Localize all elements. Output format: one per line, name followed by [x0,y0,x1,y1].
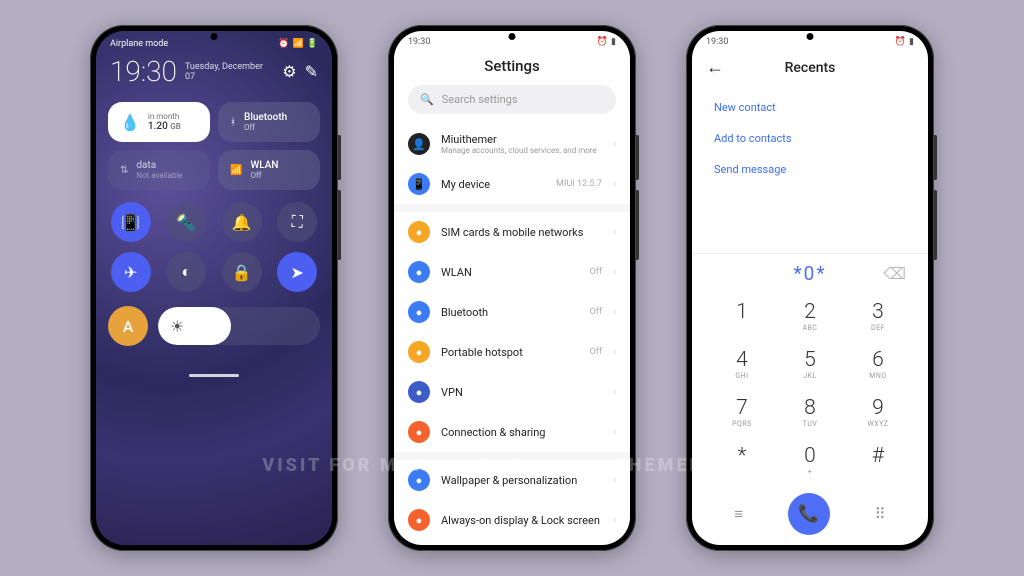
brightness-icon: ☀ [170,317,184,336]
chevron-right-icon: › [613,347,616,358]
brightness-slider[interactable]: ☀ [158,307,320,345]
chevron-right-icon: › [613,227,616,238]
item-icon: ● [408,469,430,491]
signal-icon: 📶 [293,39,304,49]
data-icon: ⇅ [120,165,128,176]
settings-item[interactable]: ●WLANOff› [394,252,630,292]
darkmode-toggle[interactable]: ◐ [166,252,206,292]
dialpad-key[interactable]: 2ABC [776,293,844,341]
backspace-button[interactable]: ⌫ [883,264,906,283]
data-period: in month [148,112,181,121]
new-contact-link[interactable]: New contact [714,92,906,123]
phone-settings: 19:30 ⏰▮ Settings 🔍 Search settings 👤 Mi… [388,25,636,551]
mydevice-item[interactable]: 📱 My device MIUI 12.5.7 › [394,164,630,204]
add-contacts-link[interactable]: Add to contacts [714,123,906,154]
settings-item[interactable]: ●Wallpaper & personalization› [394,460,630,500]
wifi-icon: 📶 [230,165,242,176]
search-input[interactable]: 🔍 Search settings [408,85,616,114]
dnd-toggle[interactable]: 🔔 [222,202,262,242]
clock: 19:30 [408,37,430,47]
account-icon: 👤 [408,133,430,155]
page-title: Recents [706,60,914,76]
page-title: Settings [394,47,630,83]
chevron-right-icon: › [613,515,616,526]
date: Tuesday, December 07 [185,62,274,82]
menu-button[interactable]: ≡ [734,505,743,523]
data-usage-tile[interactable]: 💧 in month 1.20 GB [108,102,210,142]
dialpad-key[interactable]: 8TUV [776,389,844,437]
settings-item[interactable]: ●SIM cards & mobile networks› [394,212,630,252]
wlan-tile[interactable]: 📶 WLANOff [218,150,320,190]
dialpad-key[interactable]: 5JKL [776,341,844,389]
dialpad-key[interactable]: # [844,437,912,485]
item-icon: ● [408,381,430,403]
screenshot-toggle[interactable]: ⛶ [277,202,317,242]
battery-icon: 🔋 [307,39,318,49]
search-icon: 🔍 [420,93,434,106]
dialed-number: *0* [793,262,826,285]
chevron-right-icon: › [613,475,616,486]
status-label: Airplane mode [110,39,168,49]
chevron-right-icon: › [613,427,616,438]
flashlight-toggle[interactable]: 🔦 [166,202,206,242]
edit-icon[interactable]: ✎ [305,62,318,81]
dialpad-key[interactable]: 9WXYZ [844,389,912,437]
dialpad-button[interactable]: ⠿ [875,505,886,523]
chevron-right-icon: › [613,267,616,278]
dialpad-key[interactable]: * [708,437,776,485]
status-icons: ⏰ 📶 🔋 [278,39,318,49]
account-item[interactable]: 👤 MiuithemerManage accounts, cloud servi… [394,124,630,164]
dialpad-key[interactable]: 4GHI [708,341,776,389]
alarm-icon: ⏰ [597,37,608,47]
item-icon: ● [408,301,430,323]
send-message-link[interactable]: Send message [714,154,906,185]
vibrate-toggle[interactable]: 📳 [111,202,151,242]
settings-item[interactable]: ●Portable hotspotOff› [394,332,630,372]
dialpad-key[interactable]: 6MNO [844,341,912,389]
clock: 19:30 [110,55,177,88]
settings-item[interactable]: ●BluetoothOff› [394,292,630,332]
chevron-right-icon: › [613,179,616,190]
item-icon: ● [408,341,430,363]
battery-icon: ▮ [611,37,616,47]
item-icon: ● [408,509,430,531]
chevron-right-icon: › [613,139,616,150]
clock: 19:30 [706,37,728,47]
item-icon: ● [408,421,430,443]
battery-icon: ▮ [909,37,914,47]
bluetooth-icon: ᚼ [230,117,236,128]
alarm-icon: ⏰ [278,39,289,49]
dialpad-key[interactable]: 7PQRS [708,389,776,437]
device-icon: 📱 [408,173,430,195]
drop-icon: 💧 [120,113,140,132]
chevron-right-icon: › [613,307,616,318]
settings-item[interactable]: ●VPN› [394,372,630,412]
settings-item[interactable]: ●Connection & sharing› [394,412,630,452]
settings-icon[interactable]: ⚙ [282,62,296,81]
mobile-data-tile[interactable]: ⇅ dataNot available [108,150,210,190]
chevron-right-icon: › [613,387,616,398]
alarm-icon: ⏰ [895,37,906,47]
lock-toggle[interactable]: 🔒 [222,252,262,292]
location-toggle[interactable]: ➤ [277,252,317,292]
item-icon: ● [408,261,430,283]
bluetooth-tile[interactable]: ᚼ BluetoothOff [218,102,320,142]
call-button[interactable]: 📞 [788,493,830,535]
phone-dialer: 19:30 ⏰▮ ← Recents New contact Add to co… [686,25,934,551]
dialpad-key[interactable]: 3DEF [844,293,912,341]
settings-item[interactable]: ●Always-on display & Lock screen› [394,500,630,540]
home-handle[interactable] [189,374,239,377]
airplane-toggle[interactable]: ✈ [111,252,151,292]
dialpad-key[interactable]: 0+ [776,437,844,485]
phone-control-center: Airplane mode ⏰ 📶 🔋 19:30 Tuesday, Decem… [90,25,338,551]
item-icon: ● [408,221,430,243]
search-placeholder: Search settings [442,93,518,106]
user-avatar[interactable]: A [108,306,148,346]
dialpad-key[interactable]: 1 [708,293,776,341]
